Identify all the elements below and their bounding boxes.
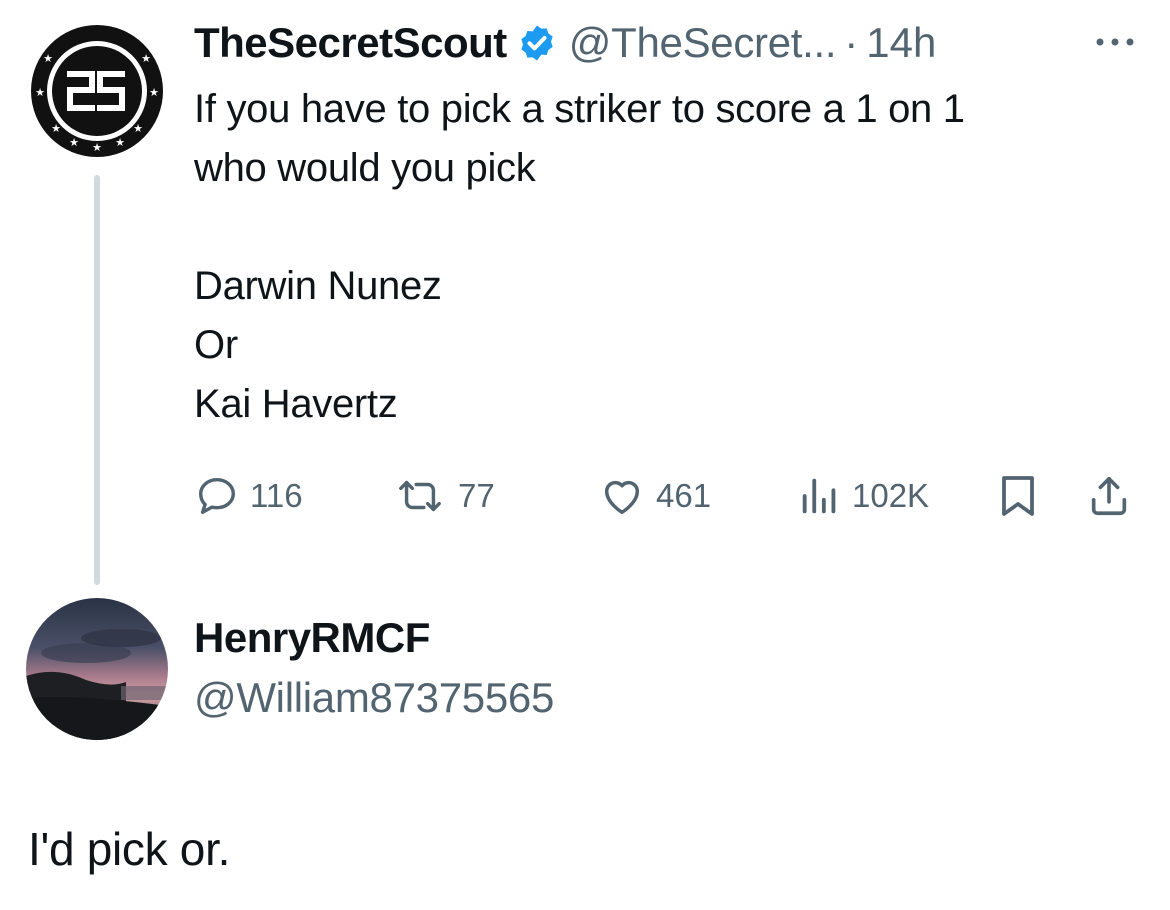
tweet-header: TheSecretScout @TheSecret... · 14h bbox=[194, 16, 936, 70]
tweet-action-bar: 116 77 461 102K bbox=[194, 468, 1144, 524]
svg-text:★: ★ bbox=[92, 141, 102, 154]
author-display-name[interactable]: TheSecretScout bbox=[194, 19, 507, 67]
like-count: 461 bbox=[656, 477, 712, 514]
svg-text:★: ★ bbox=[149, 86, 159, 99]
share-upload-icon bbox=[1091, 476, 1127, 516]
svg-text:★: ★ bbox=[35, 86, 45, 99]
reply-author-avatar[interactable] bbox=[26, 598, 168, 740]
sunset-landscape-avatar bbox=[26, 598, 168, 740]
secret-scout-logo: ★ ★ ★ ★ ★ ★ ★ ★ ★ 2S bbox=[27, 21, 167, 161]
more-dots-icon[interactable] bbox=[1090, 30, 1140, 54]
svg-text:★: ★ bbox=[133, 122, 143, 135]
share-button[interactable] bbox=[1086, 468, 1132, 524]
bookmark-icon bbox=[1002, 476, 1034, 516]
like-button[interactable]: 461 bbox=[598, 468, 711, 524]
heart-icon bbox=[604, 480, 640, 515]
retweet-icon bbox=[399, 480, 441, 512]
tweet-timestamp[interactable]: 14h bbox=[866, 19, 936, 67]
svg-text:★: ★ bbox=[51, 122, 61, 135]
reply-author-handle[interactable]: @William87375565 bbox=[194, 674, 554, 722]
views-bar-chart-icon bbox=[802, 478, 836, 514]
svg-text:★: ★ bbox=[141, 52, 151, 65]
svg-text:★: ★ bbox=[69, 136, 79, 149]
original-tweet-avatar[interactable]: ★ ★ ★ ★ ★ ★ ★ ★ ★ 2S bbox=[26, 20, 168, 162]
views-count: 102K bbox=[852, 477, 930, 514]
retweet-count: 77 bbox=[458, 477, 495, 514]
reply-count: 116 bbox=[250, 477, 303, 514]
reply-icon bbox=[198, 477, 236, 515]
reply-author-display-name[interactable]: HenryRMCF bbox=[194, 614, 430, 662]
retweet-button[interactable]: 77 bbox=[392, 468, 495, 524]
author-handle[interactable]: @TheSecret... bbox=[569, 19, 837, 67]
thread-connector-line bbox=[94, 175, 100, 585]
verified-badge-icon bbox=[521, 25, 553, 61]
header-separator: · bbox=[844, 19, 859, 66]
bookmark-button[interactable] bbox=[996, 468, 1040, 524]
tweet-body-text: If you have to pick a striker to score a… bbox=[194, 87, 965, 426]
reply-body-text: I'd pick or. bbox=[28, 823, 231, 875]
reply-button[interactable]: 116 bbox=[194, 468, 303, 524]
svg-text:★: ★ bbox=[43, 52, 53, 65]
views-button[interactable]: 102K bbox=[798, 468, 929, 524]
svg-text:★: ★ bbox=[115, 136, 125, 149]
